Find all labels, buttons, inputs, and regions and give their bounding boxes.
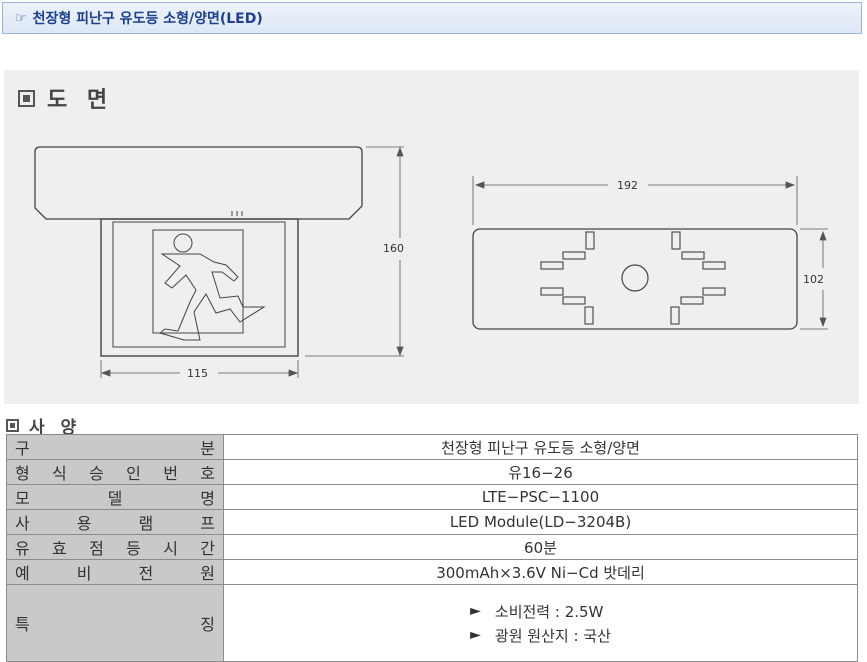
feature-item: ► 광원 원산지 : 국산 — [470, 625, 611, 646]
feature-text: 소비전력 : 2.5W — [494, 602, 604, 621]
spec-row: 모 델 명 LTE−PSC−1100 — [6, 484, 858, 510]
spec-label-char: 프 — [200, 514, 215, 533]
spec-label-char: 인 — [126, 464, 141, 483]
spec-row: 유 효 점 등 시 간 60분 — [6, 534, 858, 560]
spec-label-char: 효 — [52, 539, 67, 558]
spec-table: 구 분 천장형 피난구 유도등 소형/양면 형 식 승 인 번 호 유16−26 모 델 명 LTE−PS… — [6, 434, 858, 662]
side-view — [34, 146, 363, 357]
spec-value: 60분 — [223, 534, 858, 560]
feature-text: 광원 원산지 : 국산 — [494, 626, 611, 645]
spec-label: 특징 — [6, 584, 224, 662]
spec-label-char: 등 — [126, 539, 141, 558]
spec-label: 구분 — [6, 434, 224, 460]
spec-value: 300mAh×3.6V Ni−Cd 밧데리 — [223, 559, 858, 585]
dim-face-height: 102 — [803, 273, 824, 286]
spec-label-char: 용 — [76, 514, 92, 533]
spec-label-char: 비 — [76, 564, 92, 583]
spec-label-char: 구 — [15, 439, 30, 458]
spec-label-char: 징 — [200, 615, 215, 634]
spec-label-char: 점 — [89, 539, 104, 558]
spec-row-features: 특 징 ► 소비전력 : 2.5W ► 광원 원산지 : 국산 — [6, 584, 858, 662]
spec-label-char: 사 — [15, 514, 30, 533]
spec-label-char: 특 — [15, 615, 30, 634]
dim-height: 160 — [383, 242, 404, 255]
spec-label-char: 모 — [15, 489, 30, 508]
spec-value: 천장형 피난구 유도등 소형/양면 — [223, 434, 858, 460]
spec-value: 유16−26 — [223, 459, 858, 485]
feature-item: ► 소비전력 : 2.5W — [470, 601, 611, 622]
arrow-bullet-icon: ► — [470, 603, 481, 619]
feature-list: ► 소비전력 : 2.5W ► 광원 원산지 : 국산 — [470, 598, 611, 649]
spec-label-char: 번 — [163, 464, 178, 483]
arrow-bullet-icon: ► — [470, 627, 481, 643]
spec-label: 모델명 — [6, 484, 224, 510]
spec-label-char: 램 — [138, 514, 154, 533]
spec-label-char: 승 — [89, 464, 104, 483]
spec-label-char: 명 — [200, 489, 215, 508]
spec-label-char: 전 — [138, 564, 154, 583]
led-slots — [540, 231, 726, 325]
spec-label-char: 분 — [200, 439, 215, 458]
spec-label: 형식승인번호 — [6, 459, 224, 485]
spec-value: LTE−PSC−1100 — [223, 484, 858, 510]
spec-label-char: 예 — [15, 564, 30, 583]
section-bullet-icon — [6, 419, 19, 432]
spec-value: LED Module(LD−3204B) — [223, 509, 858, 535]
spec-row: 형 식 승 인 번 호 유16−26 — [6, 459, 858, 485]
spec-label-char: 델 — [107, 489, 123, 508]
spec-label: 예비전원 — [6, 559, 224, 585]
spec-label-char: 시 — [163, 539, 178, 558]
running-man-icon — [158, 233, 266, 341]
front-view — [472, 228, 798, 330]
spec-value-features: ► 소비전력 : 2.5W ► 광원 원산지 : 국산 — [223, 584, 858, 662]
spec-label-char: 호 — [200, 464, 215, 483]
spec-label-char: 원 — [200, 564, 215, 583]
spec-label-char: 형 — [15, 464, 30, 483]
spec-row: 예 비 전 원 300mAh×3.6V Ni−Cd 밧데리 — [6, 559, 858, 585]
technical-drawing: 160 115 192 102 — [34, 146, 828, 380]
dim-base-width: 115 — [187, 367, 208, 380]
spec-row: 구 분 천장형 피난구 유도등 소형/양면 — [6, 434, 858, 460]
spec-label-char: 간 — [200, 539, 215, 558]
spec-label-char: 유 — [15, 539, 30, 558]
spec-row: 사 용 램 프 LED Module(LD−3204B) — [6, 509, 858, 535]
spec-label: 사용램프 — [6, 509, 224, 535]
spec-label: 유효점등시간 — [6, 534, 224, 560]
spec-label-char: 식 — [52, 464, 67, 483]
dim-face-width: 192 — [617, 179, 638, 192]
